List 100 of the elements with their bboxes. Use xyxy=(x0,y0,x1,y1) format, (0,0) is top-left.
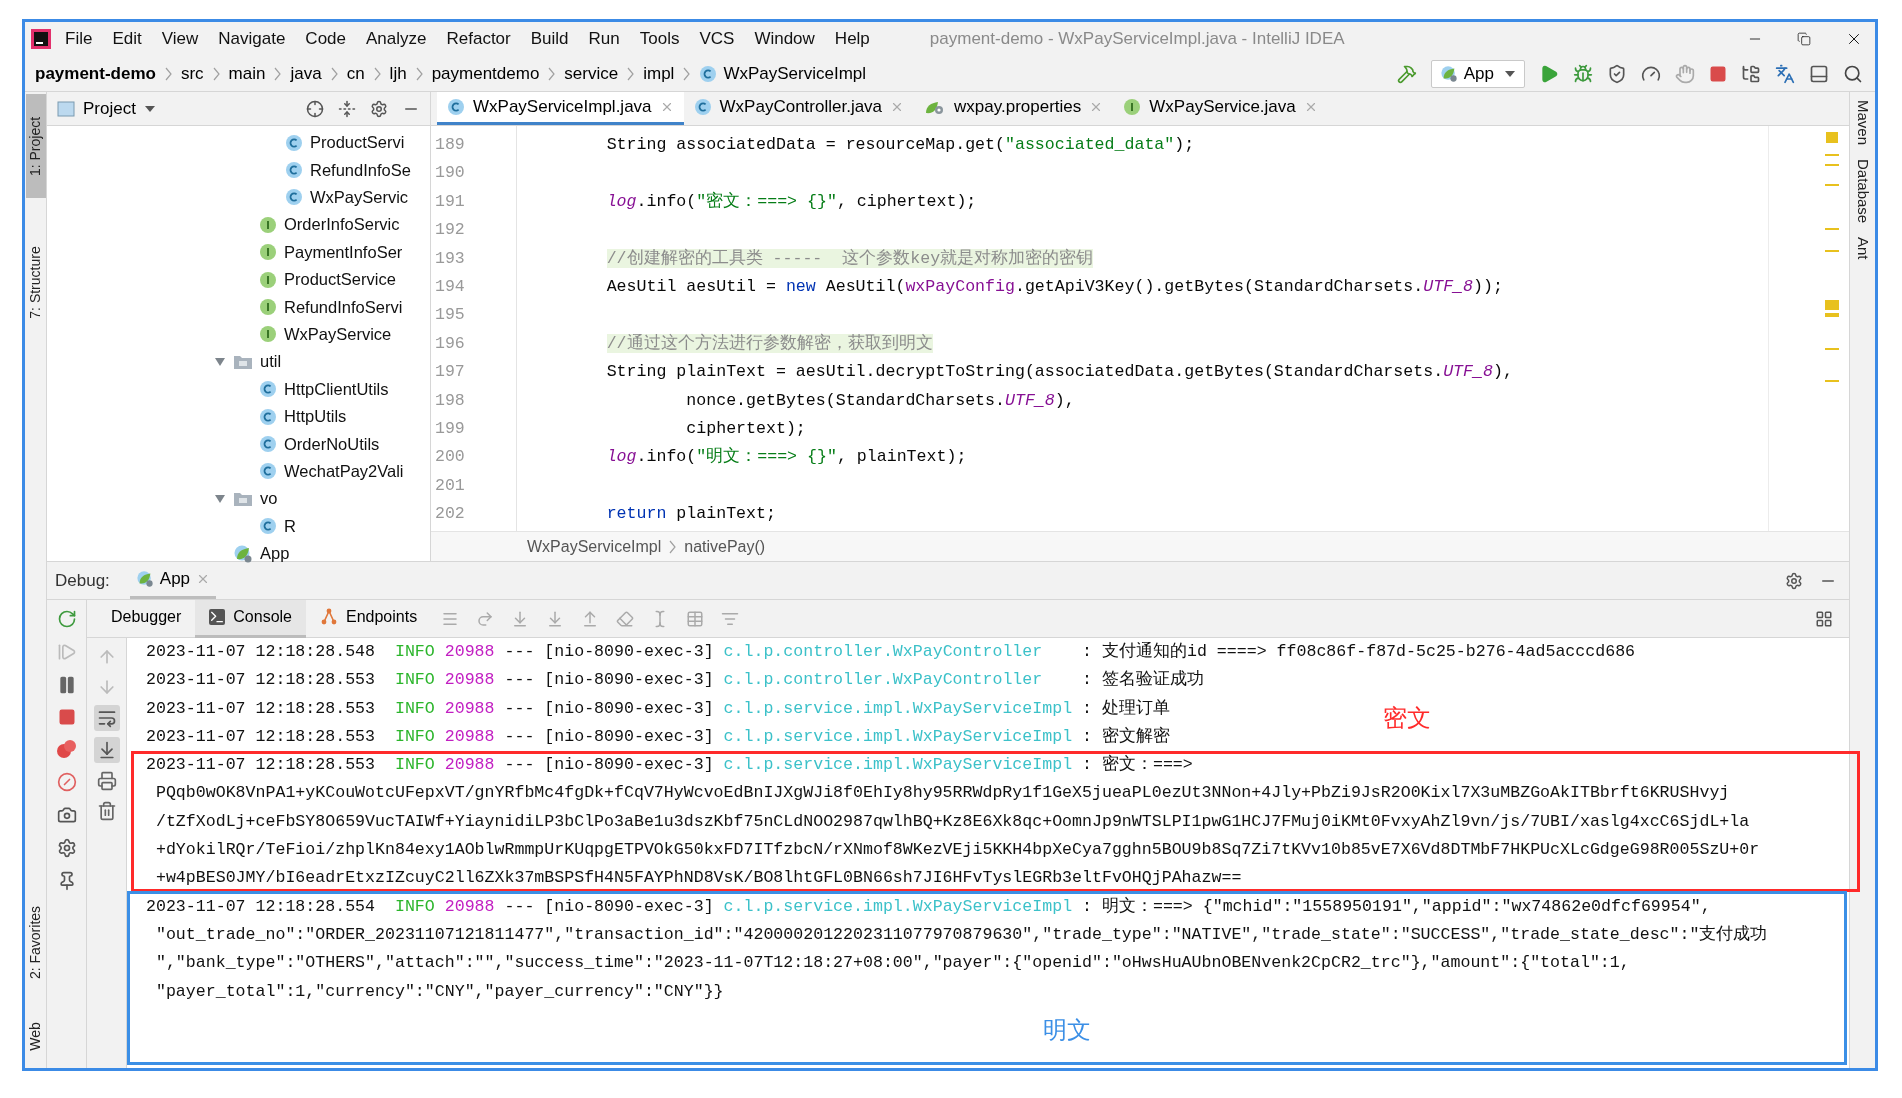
chevron-icon xyxy=(212,66,220,81)
tree-item[interactable]: vo xyxy=(233,486,278,512)
breadcrumb-item[interactable]: impl xyxy=(641,60,677,87)
tool-window-tab[interactable]: Web xyxy=(25,1012,46,1060)
tree-item[interactable]: ProductServi xyxy=(285,130,405,156)
expand-arrow-icon[interactable] xyxy=(214,356,226,367)
tool-window-tab[interactable]: 1: Project xyxy=(25,94,46,198)
tool-window-tab[interactable]: Ant xyxy=(1851,237,1874,260)
breadcrumb-item[interactable]: payment-demo xyxy=(33,60,158,87)
menu-item[interactable]: Window xyxy=(754,26,815,52)
table-icon[interactable] xyxy=(686,609,705,628)
hand-icon[interactable] xyxy=(1675,63,1695,84)
panel-icon[interactable] xyxy=(1809,63,1829,84)
project-structure-icon[interactable] xyxy=(1741,63,1761,84)
menu-item[interactable]: View xyxy=(161,26,199,52)
debug-tab[interactable]: Debugger xyxy=(97,599,196,638)
settings-icon[interactable] xyxy=(56,838,77,858)
editor-tab[interactable]: WxPayService.java xyxy=(1113,92,1328,125)
tool-window-tab[interactable]: Maven xyxy=(1851,100,1874,146)
app-logo-icon xyxy=(31,29,51,49)
tree-item[interactable]: ProductService xyxy=(259,267,396,292)
breadcrumb-item[interactable]: WxPayServiceImpl xyxy=(527,534,662,559)
tool-window-tab[interactable]: 2: Favorites xyxy=(25,882,46,1002)
expand-arrow-icon[interactable] xyxy=(214,493,226,504)
editor-tab[interactable]: WxPayController.java xyxy=(683,92,915,125)
soft-wrap-toggle[interactable] xyxy=(93,705,120,731)
tree-item[interactable]: App xyxy=(233,541,290,566)
settings-icon[interactable] xyxy=(1785,571,1803,590)
run-config-dropdown[interactable]: App xyxy=(1430,59,1525,88)
debug-tab[interactable]: Console xyxy=(195,599,306,638)
drop-frame-icon[interactable] xyxy=(616,609,635,628)
tree-item[interactable]: HttpUtils xyxy=(259,404,347,429)
layout-icon[interactable] xyxy=(1815,609,1833,628)
menu-item[interactable]: Run xyxy=(588,26,620,52)
search-icon[interactable] xyxy=(1843,63,1863,84)
coverage-icon[interactable] xyxy=(1607,63,1627,84)
line-number: 193 xyxy=(434,247,465,270)
menu-item[interactable]: Navigate xyxy=(218,26,286,52)
mute-breakpoints-icon[interactable] xyxy=(56,772,77,792)
window-title: payment-demo - WxPayServiceImpl.java - IntelliJ IDEA xyxy=(929,28,1345,51)
run-icon[interactable] xyxy=(1539,63,1559,84)
chevron-icon xyxy=(683,66,691,81)
breadcrumb-item[interactable]: cn xyxy=(344,60,367,87)
stop-icon[interactable] xyxy=(57,708,76,726)
collapse-all-icon[interactable] xyxy=(338,99,356,118)
tree-item[interactable]: OrderInfoServic xyxy=(259,212,400,238)
menu-item[interactable]: Tools xyxy=(639,26,680,52)
chevron-icon xyxy=(274,66,282,81)
interface-icon xyxy=(1123,98,1142,116)
session-tab[interactable]: App xyxy=(129,562,217,599)
tree-item[interactable]: OrderNoUtils xyxy=(259,431,380,457)
tree-item[interactable]: R xyxy=(259,513,296,539)
menu-item[interactable]: Edit xyxy=(112,26,142,52)
menu-item[interactable]: Build xyxy=(530,26,569,52)
breadcrumb-item[interactable]: java xyxy=(288,60,324,87)
panel-title[interactable]: Project xyxy=(83,95,136,122)
tool-window-tab[interactable]: Database xyxy=(1851,159,1874,224)
breadcrumb-item[interactable]: nativePay() xyxy=(684,534,766,559)
editor-tab[interactable]: wxpay.properties xyxy=(914,92,1114,125)
tree-item[interactable]: PaymentInfoSer xyxy=(259,239,403,265)
panel-icon xyxy=(57,100,75,117)
stop-icon[interactable] xyxy=(1709,64,1727,83)
tree-item[interactable]: WxPayService xyxy=(259,322,392,347)
hammer-icon[interactable] xyxy=(1396,63,1417,84)
tree-item[interactable]: WxPayServic xyxy=(285,185,409,210)
debug-icon[interactable] xyxy=(1573,63,1593,84)
restore-icon[interactable] xyxy=(1797,32,1811,46)
breadcrumb-item[interactable]: paymentdemo xyxy=(429,60,542,87)
editor-tab[interactable]: WxPayServiceImpl.java xyxy=(437,92,684,125)
tool-window-tab[interactable]: 7: Structure xyxy=(25,222,46,342)
print-icon[interactable] xyxy=(96,771,117,791)
tree-item[interactable]: util xyxy=(233,349,282,375)
breadcrumb-item[interactable]: service xyxy=(562,60,621,87)
settings-icon[interactable] xyxy=(370,99,388,118)
tree-item[interactable]: RefundInfoSe xyxy=(285,157,411,183)
trash-icon[interactable] xyxy=(96,801,117,821)
tree-item[interactable]: HttpClientUtils xyxy=(259,376,389,402)
menu-item[interactable]: Help xyxy=(834,26,870,52)
debug-tab[interactable]: Endpoints xyxy=(306,599,432,638)
log-line: /tZfXodLj+ceFbSY8O659VucTAIWf+YiaynidiLP3bClPo3aBe1u3dszKbf75nCLdNOO2987qwlhBQ+Kz8E6Xk8qc+OomnJp9nWTSLPI1pwG1HCJ7FMuj0iKMt0FvxyAhZl9vn/js/7UBI/xaslg4xcC6SjdL+la xyxy=(155,811,1750,831)
translate-icon[interactable] xyxy=(1775,63,1795,84)
breakpoints-icon[interactable] xyxy=(55,739,78,759)
caret-icon[interactable] xyxy=(143,104,156,113)
menu-item[interactable]: Code xyxy=(305,26,346,52)
camera-icon[interactable] xyxy=(56,805,77,825)
menu-item[interactable]: Refactor xyxy=(446,26,511,52)
step-over-icon[interactable] xyxy=(476,609,495,628)
menu-item[interactable]: File xyxy=(65,26,93,52)
tree-item[interactable]: RefundInfoServi xyxy=(259,294,403,320)
locate-icon[interactable] xyxy=(306,99,324,118)
tree-item[interactable]: WechatPay2Vali xyxy=(259,459,404,484)
menu-item[interactable]: VCS xyxy=(699,26,735,52)
rerun-icon[interactable] xyxy=(56,609,77,629)
breadcrumb-item[interactable]: src xyxy=(178,60,206,87)
breadcrumb-item[interactable]: ljh xyxy=(387,60,409,87)
menu-item[interactable]: Analyze xyxy=(366,26,427,52)
scroll-to-end-toggle[interactable] xyxy=(93,737,120,763)
breadcrumb-item[interactable]: main xyxy=(226,60,268,87)
leaf-icon xyxy=(233,543,253,564)
breadcrumb-item[interactable]: WxPayServiceImpl xyxy=(697,60,869,87)
